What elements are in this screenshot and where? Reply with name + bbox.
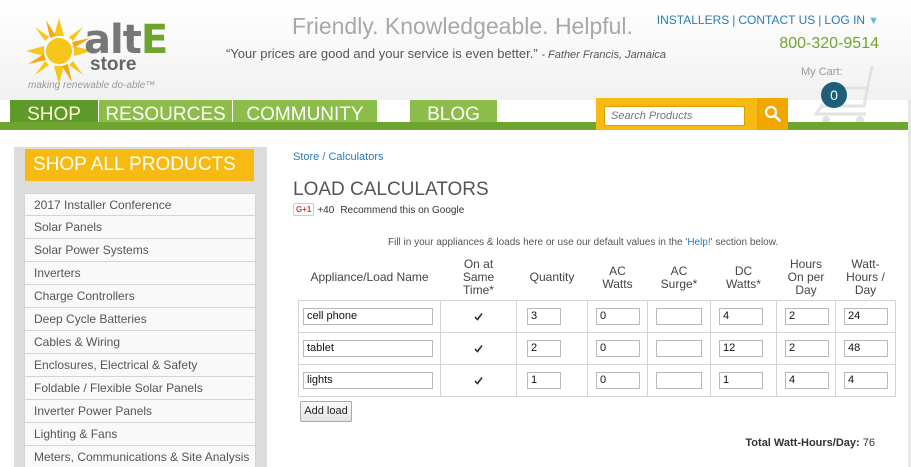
quantity-input[interactable]: 1 — [527, 371, 561, 389]
category-item[interactable]: Lighting & Fans — [24, 423, 256, 446]
hours-per-day-input[interactable]: 4 — [785, 371, 829, 389]
col-same-time: On at Same Time* — [462, 257, 495, 298]
category-item[interactable]: Solar Power Systems — [24, 239, 256, 262]
watt-hours-input[interactable]: 48 — [844, 339, 888, 357]
watt-hours-input[interactable]: 24 — [844, 307, 888, 325]
category-item[interactable]: 2017 Installer Conference — [24, 193, 256, 216]
ac-surge-input[interactable] — [656, 339, 702, 357]
total-label: Total Watt-Hours/Day: — [745, 437, 860, 449]
google-plus-widget: G+1 +40 Recommend this on Google — [293, 203, 464, 216]
top-links: INSTALLERS | CONTACT US | LOG IN ▼ — [656, 13, 879, 27]
page-title: LOAD CALCULATORS — [293, 179, 489, 200]
installers-link[interactable]: INSTALLERS — [657, 13, 729, 27]
ac-watts-input[interactable]: 0 — [596, 307, 640, 325]
quantity-input[interactable]: 2 — [527, 339, 561, 357]
col-quantity: Quantity — [529, 270, 575, 285]
hours-per-day-input[interactable]: 2 — [785, 307, 829, 325]
shop-all-products-heading[interactable]: SHOP ALL PRODUCTS — [25, 149, 254, 181]
dc-watts-input[interactable]: 12 — [719, 339, 763, 357]
site-header: altE store making renewable do-able™ Fri… — [0, 0, 911, 100]
appliance-name-input[interactable]: tablet — [303, 339, 433, 357]
quantity-input[interactable]: 3 — [527, 307, 561, 325]
category-item[interactable]: Enclosures, Electrical & Safety — [24, 354, 256, 377]
table-row: tablet 2 0 12 2 48 — [298, 331, 896, 365]
col-hours-per-day: Hours On per Day — [787, 257, 825, 298]
ac-watts-input[interactable]: 0 — [596, 339, 640, 357]
category-list: 2017 Installer Conference Solar Panels S… — [24, 193, 256, 467]
google-plus-button[interactable]: G+1 — [293, 203, 315, 216]
search-button[interactable] — [757, 98, 788, 130]
help-link[interactable]: Help! — [687, 237, 710, 248]
search-bar — [596, 98, 788, 130]
quote-author: - Father Francis, Jamaica — [541, 49, 667, 61]
load-table: Appliance/Load Name On at Same Time* Qua… — [298, 256, 896, 397]
ac-watts-input[interactable]: 0 — [596, 371, 640, 389]
total-value: 76 — [862, 437, 875, 449]
category-item[interactable]: Charge Controllers — [24, 285, 256, 308]
dc-watts-input[interactable]: 1 — [719, 371, 763, 389]
google-plus-count: +40 — [317, 205, 335, 216]
table-header-row: Appliance/Load Name On at Same Time* Qua… — [299, 256, 896, 300]
category-item[interactable]: Foldable / Flexible Solar Panels — [24, 377, 256, 400]
category-item[interactable]: Meters, Communications & Site Analysis — [24, 446, 256, 467]
logo-store-text: store — [90, 54, 137, 75]
add-load-button[interactable]: Add load — [300, 401, 352, 422]
col-appliance-name: Appliance/Load Name — [310, 270, 429, 285]
same-time-checkbox[interactable] — [474, 344, 483, 353]
category-item[interactable]: Deep Cycle Batteries — [24, 308, 256, 331]
search-input[interactable] — [604, 106, 745, 126]
appliance-name-input[interactable]: lights — [303, 371, 433, 389]
category-item[interactable]: Solar Panels — [24, 216, 256, 239]
ac-surge-input[interactable] — [656, 307, 702, 325]
quote-text: “Your prices are good and your service i… — [226, 46, 538, 61]
category-item[interactable]: Inverters — [24, 262, 256, 285]
intro-text: Fill in your appliances & loads here or … — [388, 237, 779, 248]
site-tagline: Friendly. Knowledgeable. Helpful. — [292, 13, 633, 39]
logo-tagline: making renewable do-able™ — [28, 80, 156, 91]
phone-number: 800-320-9514 — [779, 35, 879, 52]
total-watt-hours: Total Watt-Hours/Day: 76 — [745, 437, 875, 449]
col-dc-watts: DC Watts* — [726, 263, 761, 291]
table-row: cell phone 3 0 4 2 24 — [298, 299, 896, 333]
dc-watts-input[interactable]: 4 — [719, 307, 763, 325]
same-time-checkbox[interactable] — [474, 376, 483, 385]
breadcrumb[interactable]: Store / Calculators — [293, 151, 383, 163]
google-plus-text: Recommend this on Google — [340, 205, 465, 216]
log-in-link[interactable]: LOG IN — [824, 13, 865, 27]
col-watt-hours: Watt-Hours / Day — [846, 257, 885, 298]
col-ac-surge: AC Surge* — [660, 263, 698, 291]
hours-per-day-input[interactable]: 2 — [785, 339, 829, 357]
login-dropdown-icon[interactable]: ▼ — [868, 15, 879, 27]
col-ac-watts: AC Watts — [602, 263, 633, 291]
contact-us-link[interactable]: CONTACT US — [738, 13, 815, 27]
ac-surge-input[interactable] — [656, 371, 702, 389]
appliance-name-input[interactable]: cell phone — [303, 307, 433, 325]
table-row: lights 1 0 1 4 4 — [298, 363, 896, 397]
watt-hours-input[interactable]: 4 — [844, 371, 888, 389]
category-item[interactable]: Inverter Power Panels — [24, 400, 256, 423]
altestore-logo[interactable]: altE store making renewable do-able™ — [24, 12, 184, 94]
category-item[interactable]: Cables & Wiring — [24, 331, 256, 354]
customer-quote: “Your prices are good and your service i… — [226, 46, 666, 61]
search-icon — [764, 105, 781, 122]
same-time-checkbox[interactable] — [474, 312, 483, 321]
